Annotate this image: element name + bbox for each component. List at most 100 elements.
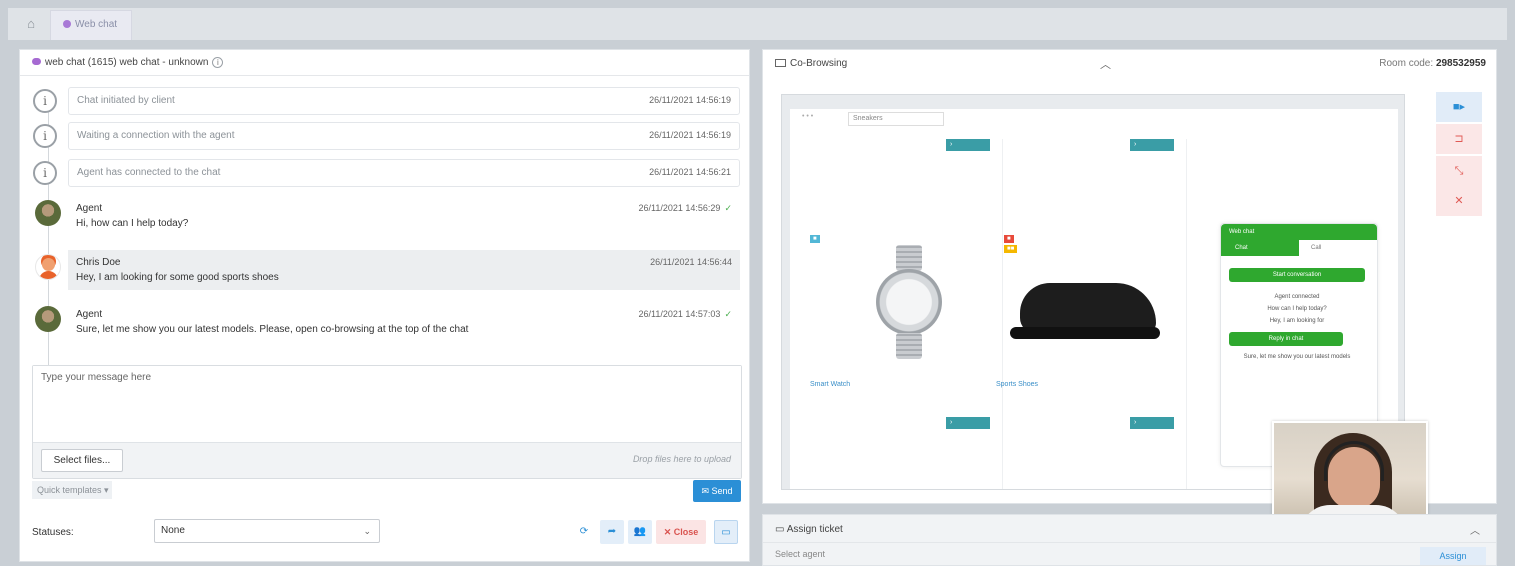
site-category-select[interactable]: Sneakers <box>848 112 944 126</box>
chevron-down-icon: ⌄ <box>363 526 371 536</box>
shoe-sole <box>1010 327 1160 339</box>
product-cart-button[interactable]: › <box>1130 417 1174 429</box>
chat-channel-icon <box>32 58 41 65</box>
screen-icon <box>775 59 786 68</box>
chat-title: web chat (1615) web chat - unknown <box>45 57 209 68</box>
product-caption[interactable]: Smart Watch <box>810 381 850 388</box>
chat-panel: web chat (1615) web chat - unknown i i Ch… <box>19 49 750 562</box>
close-chat-button[interactable]: ✕ Close <box>656 520 706 544</box>
system-message-text: Waiting a connection with the agent <box>77 130 235 141</box>
assign-header: ▭ Assign ticket ︿ <box>763 515 1496 543</box>
widget-line: Hey, I am looking for <box>1269 318 1325 324</box>
refresh-icon[interactable]: ⟳ <box>574 520 594 544</box>
assign-button[interactable]: Assign <box>1420 547 1486 565</box>
client-avatar <box>35 254 61 280</box>
message-time: 26/11/2021 14:56:29 ✓ <box>639 203 732 214</box>
widget-tab-chat[interactable]: Chat <box>1221 240 1299 256</box>
quick-templates-dropdown[interactable]: Quick templates ▾ <box>32 481 112 499</box>
status-select[interactable]: None ⌄ <box>154 519 380 543</box>
top-tab-bar: ⌂ Web chat <box>8 8 1507 40</box>
system-message: i Waiting a connection with the agent 26… <box>20 119 751 153</box>
system-message: i Agent has connected to the chat 26/11/… <box>20 156 751 190</box>
widget-line: How can I help today? <box>1267 306 1327 312</box>
select-files-button[interactable]: Select files... <box>41 449 123 472</box>
cobrowse-header: Co-Browsing ︿ Room code: 298532959 <box>763 50 1496 76</box>
sale-tag: ■ <box>1004 235 1014 243</box>
widget-tab-call[interactable]: Call <box>1311 245 1321 251</box>
column-divider <box>1186 139 1187 489</box>
message-time-text: 26/11/2021 14:57:03 <box>638 309 721 319</box>
message-author: Agent <box>76 309 103 320</box>
chat-header: web chat (1615) web chat - unknown i <box>20 50 749 76</box>
watch-face <box>876 269 942 335</box>
delivered-check-icon: ✓ <box>724 309 732 319</box>
room-code-value: 298532959 <box>1435 58 1486 69</box>
system-message-box: Chat initiated by client 26/11/2021 14:5… <box>68 87 740 115</box>
system-message-box: Waiting a connection with the agent 26/1… <box>68 122 740 150</box>
message-input[interactable] <box>33 366 741 444</box>
message-time: 26/11/2021 14:56:44 <box>650 257 732 267</box>
screen-share-icon[interactable]: ⊐ <box>1436 124 1482 154</box>
message-composer: Select files... Drop files here to uploa… <box>32 365 742 479</box>
chat-dot-icon <box>63 20 71 29</box>
message-text: Hey, I am looking for some good sports s… <box>76 272 279 283</box>
forward-button[interactable]: ➦ <box>600 520 624 544</box>
system-message-time: 26/11/2021 14:56:21 <box>649 167 731 177</box>
widget-header: Web chat <box>1221 224 1377 240</box>
message-time: 26/11/2021 14:57:03 ✓ <box>639 309 732 320</box>
message-author: Agent <box>76 203 103 214</box>
message-text: Hi, how can I help today? <box>76 218 189 229</box>
watch-product-image[interactable] <box>876 245 942 361</box>
widget-reply-button[interactable]: Reply in chat <box>1229 332 1343 346</box>
new-tag: ■ <box>810 235 820 243</box>
message-time-text: 26/11/2021 14:56:29 <box>638 203 721 213</box>
drop-files-hint[interactable]: Drop files here to upload <box>633 454 731 464</box>
cobrowse-viewport[interactable]: • • • Sneakers › › ■ ■ ■■ Smart Watch Sp… <box>781 94 1428 527</box>
transfer-users-button[interactable]: 👥 <box>628 520 652 544</box>
assign-title: Assign ticket <box>786 524 843 535</box>
product-cart-button[interactable]: › <box>1130 139 1174 151</box>
shoe-product-image[interactable] <box>1010 275 1160 345</box>
shoe-upper <box>1020 283 1156 333</box>
file-upload-row: Select files... Drop files here to uploa… <box>33 442 741 478</box>
popout-window-button[interactable]: ▭ <box>714 520 738 544</box>
info-icon: i <box>33 89 57 113</box>
shared-website[interactable]: • • • Sneakers › › ■ ■ ■■ Smart Watch Sp… <box>790 109 1428 527</box>
info-icon: i <box>33 161 57 185</box>
system-message: i Chat initiated by client 26/11/2021 14… <box>20 84 751 118</box>
product-caption[interactable]: Sports Shoes <box>996 381 1038 388</box>
system-message-text: Chat initiated by client <box>77 95 175 106</box>
message-text: Sure, let me show you our latest models.… <box>76 324 469 335</box>
assign-agent-select[interactable]: Select agent <box>775 549 825 559</box>
stop-icon[interactable]: ✕ <box>1436 186 1482 216</box>
product-cart-button[interactable]: › <box>946 417 990 429</box>
info-icon[interactable]: i <box>212 57 224 68</box>
agent-avatar <box>35 200 61 226</box>
widget-start-button[interactable]: Start conversation <box>1229 268 1365 282</box>
send-label: Send <box>711 486 733 496</box>
home-icon[interactable]: ⌂ <box>22 15 40 33</box>
assign-ticket-panel: ▭ Assign ticket ︿ Select agent Assign <box>762 514 1497 566</box>
message-author: Chris Doe <box>76 257 121 268</box>
agent-video-feed[interactable] <box>1272 421 1428 527</box>
system-message-time: 26/11/2021 14:56:19 <box>649 95 731 105</box>
room-code: Room code: 298532959 <box>1379 58 1486 69</box>
cobrowse-title: Co-Browsing <box>790 58 848 69</box>
status-label: Statuses: <box>32 527 74 538</box>
video-call-icon[interactable]: ■▸ <box>1436 92 1482 122</box>
message-box: Chris Doe Hey, I am looking for some goo… <box>68 250 740 290</box>
send-button[interactable]: ✉ Send <box>693 480 741 502</box>
chevron-up-icon[interactable]: ︿ <box>1470 522 1480 537</box>
chevron-up-icon[interactable]: ︿ <box>1100 56 1111 72</box>
pointer-off-icon[interactable]: ⤡ <box>1436 156 1482 186</box>
tab-web-chat[interactable]: Web chat <box>50 10 132 40</box>
close-label: Close <box>673 527 699 537</box>
status-value: None <box>161 525 185 536</box>
product-cart-button[interactable]: › <box>946 139 990 151</box>
widget-line: Sure, let me show you our latest models <box>1243 354 1351 360</box>
message-box: Agent Sure, let me show you our latest m… <box>68 302 740 342</box>
hot-tag: ■■ <box>1004 245 1018 253</box>
cobrowse-panel: Co-Browsing ︿ Room code: 298532959 • • •… <box>762 49 1497 527</box>
room-code-label: Room code: <box>1379 58 1434 69</box>
tab-label: Web chat <box>75 19 118 30</box>
